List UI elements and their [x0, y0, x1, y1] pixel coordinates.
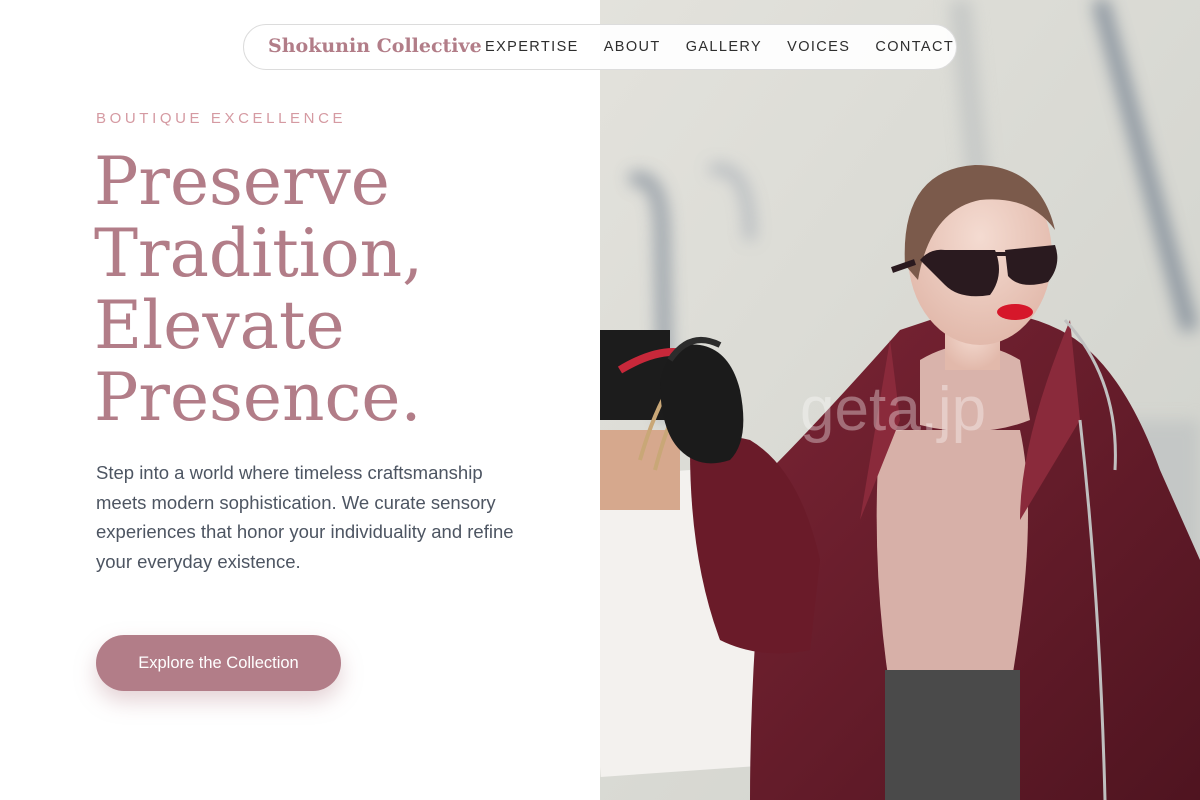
hero-eyebrow: BOUTIQUE EXCELLENCE [96, 110, 347, 127]
nav-link-voices[interactable]: VOICES [787, 39, 850, 55]
hero-image: geta.jp [600, 0, 1200, 800]
headline-line-2: Tradition, [94, 215, 424, 292]
headline-line-1: Preserve [94, 143, 390, 220]
image-watermark: geta.jp [800, 375, 986, 444]
hero-content: BOUTIQUE EXCELLENCE Preserve Tradition, … [0, 0, 600, 800]
top-navigation: Shokunin Collective EXPERTISE ABOUT GALL… [243, 24, 957, 70]
brand-logo[interactable]: Shokunin Collective [268, 35, 482, 57]
explore-collection-button[interactable]: Explore the Collection [96, 635, 341, 691]
nav-link-contact[interactable]: CONTACT [875, 39, 954, 55]
nav-link-expertise[interactable]: EXPERTISE [485, 39, 579, 55]
headline-line-3: Elevate [94, 287, 345, 364]
nav-link-about[interactable]: ABOUT [604, 39, 661, 55]
nav-links: EXPERTISE ABOUT GALLERY VOICES CONTACT [485, 39, 979, 55]
fashion-photo: geta.jp [600, 0, 1200, 800]
hero-description: Step into a world where timeless craftsm… [96, 462, 514, 572]
headline-line-4: Presence. [94, 359, 422, 436]
nav-link-gallery[interactable]: GALLERY [686, 39, 762, 55]
hero-headline: Preserve Tradition, Elevate Presence. [94, 146, 594, 434]
